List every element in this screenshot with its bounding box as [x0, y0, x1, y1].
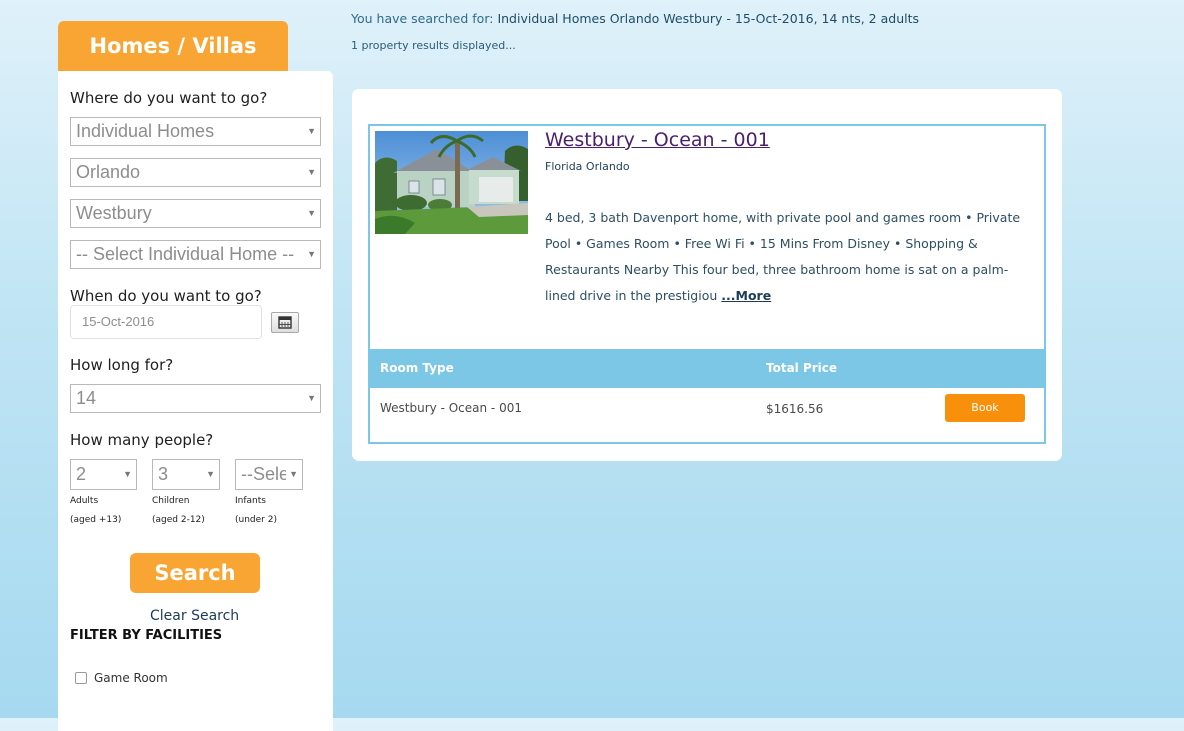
adults-select-value: 2 [76, 464, 87, 484]
filter-title: FILTER BY FACILITIES [70, 628, 223, 643]
infants-age-label: (under 2) [235, 515, 277, 525]
adults-label: Adults [70, 496, 99, 506]
calendar-icon [278, 316, 292, 329]
adults-select[interactable]: 2 ▼ [70, 459, 137, 490]
infants-select[interactable]: --Sele ▼ [235, 459, 303, 490]
adults-age-label: (aged +13) [70, 515, 122, 525]
chevron-down-icon: ▼ [120, 460, 132, 489]
category-select-value: Individual Homes [76, 121, 215, 141]
search-summary-query: Individual Homes Orlando Westbury - 15-O… [497, 11, 920, 26]
chevron-down-icon: ▼ [304, 118, 316, 145]
search-sidebar: Where do you want to go? Individual Home… [58, 71, 333, 731]
infants-select-value: --Sele [241, 464, 290, 484]
area-select-value: Westbury [76, 203, 152, 223]
when-label: When do you want to go? [70, 287, 262, 305]
house-image [375, 131, 528, 234]
more-link[interactable]: ...More [721, 288, 771, 303]
infants-label: Infants [235, 496, 266, 506]
property-description-text: 4 bed, 3 bath Davenport home, with priva… [545, 210, 1021, 303]
total-price-header: Total Price [766, 361, 838, 375]
nights-select-value: 14 [76, 388, 97, 408]
children-age-label: (aged 2-12) [152, 515, 205, 525]
property-location: Florida Orlando [545, 160, 630, 173]
city-select-value: Orlando [76, 162, 141, 182]
chevron-down-icon: ▼ [203, 460, 215, 489]
book-button[interactable]: Book [945, 394, 1025, 422]
game-room-checkbox[interactable] [75, 672, 87, 684]
calendar-button[interactable] [271, 312, 299, 333]
rooms-table-header: Room Type Total Price [370, 349, 1044, 388]
room-type-header: Room Type [380, 361, 454, 375]
search-button[interactable]: Search [130, 553, 260, 593]
property-description: 4 bed, 3 bath Davenport home, with priva… [545, 205, 1035, 309]
children-label: Children [152, 496, 190, 506]
children-select[interactable]: 3 ▼ [152, 459, 220, 490]
chevron-down-icon: ▼ [286, 460, 298, 489]
chevron-down-icon: ▼ [304, 241, 316, 268]
clear-search-link[interactable]: Clear Search [150, 608, 239, 624]
property-photo[interactable] [375, 131, 528, 234]
category-select[interactable]: Individual Homes ▼ [70, 117, 321, 146]
property-card: Westbury - Ocean - 001 Florida Orlando 4… [368, 124, 1046, 444]
room-price-cell: $1616.56 [766, 402, 824, 416]
room-name-cell: Westbury - Ocean - 001 [380, 401, 522, 415]
tab-homes-villas[interactable]: Homes / Villas [58, 21, 288, 71]
how-long-label: How long for? [70, 356, 174, 374]
people-label: How many people? [70, 431, 214, 449]
nights-select[interactable]: 14 ▼ [70, 384, 321, 413]
property-title-link[interactable]: Westbury - Ocean - 001 [545, 129, 770, 151]
chevron-down-icon: ▼ [304, 159, 316, 186]
where-label: Where do you want to go? [70, 89, 268, 107]
chevron-down-icon: ▼ [304, 385, 316, 412]
results-panel: Westbury - Ocean - 001 Florida Orlando 4… [352, 89, 1062, 461]
area-select[interactable]: Westbury ▼ [70, 199, 321, 228]
result-count: 1 property results displayed... [351, 39, 516, 52]
home-select[interactable]: -- Select Individual Home -- ▼ [70, 240, 321, 269]
city-select[interactable]: Orlando ▼ [70, 158, 321, 187]
home-select-value: -- Select Individual Home -- [76, 244, 295, 264]
children-select-value: 3 [158, 464, 169, 484]
date-input[interactable]: 15-Oct-2016 [70, 305, 262, 339]
search-summary-prefix: You have searched for: [351, 11, 494, 26]
game-room-label[interactable]: Game Room [94, 671, 168, 685]
chevron-down-icon: ▼ [304, 200, 316, 227]
search-summary: You have searched for: Individual Homes … [351, 11, 919, 26]
